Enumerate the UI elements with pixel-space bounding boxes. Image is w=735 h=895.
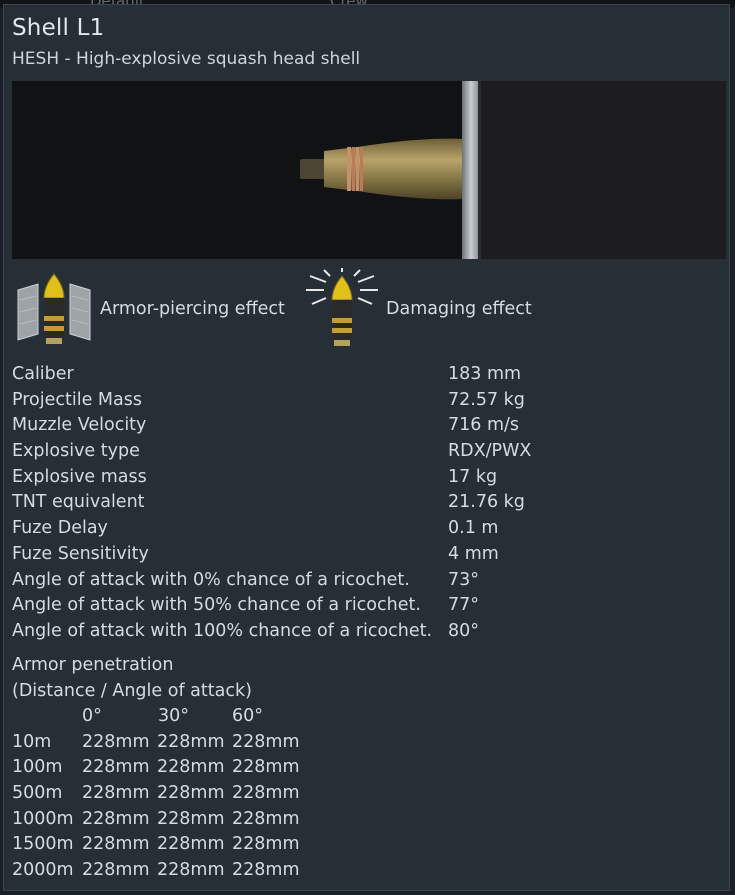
shell-subtitle: HESH - High-explosive squash head shell [12, 49, 361, 69]
armor-piercing-effect[interactable]: Armor-piercing effect [12, 268, 285, 350]
shell-hitting-plate-illustration [12, 81, 726, 259]
penetration-cell: 228mm [232, 834, 300, 855]
shell-preview-image [12, 81, 726, 259]
stat-row-ricochet-100: Angle of attack with 100% chance of a ri… [12, 619, 712, 645]
stat-row-fuze-sensitivity: Fuze Sensitivity 4 mm [12, 542, 712, 568]
penetration-cell: 228mm [157, 808, 225, 829]
stat-value: 77° [448, 595, 480, 616]
armor-piercing-icon [17, 273, 91, 344]
penetration-cell: 228mm [82, 834, 150, 855]
shell-stats-list: Caliber 183 mm Projectile Mass 72.57 kg Mu… [12, 362, 712, 645]
shell-tooltip-panel: Shell L1 HESH - High-explosive squash he… [3, 4, 730, 891]
penetration-cell: 228mm [232, 860, 300, 881]
armor-penetration-subtitle: (Distance / Angle of attack) [12, 680, 252, 701]
penetration-cell: 228mm [232, 757, 300, 778]
penetration-cell: 228mm [82, 783, 150, 804]
stat-label: Angle of attack with 0% chance of a rico… [12, 569, 410, 590]
stat-label: Caliber [12, 364, 74, 384]
penetration-cell: 228mm [157, 834, 225, 855]
stat-row-tnt-equivalent: TNT equivalent 21.76 kg [12, 490, 712, 516]
armor-piercing-label: Armor-piercing effect [100, 299, 285, 319]
stat-label: Angle of attack with 50% chance of a ric… [12, 595, 421, 616]
distance-cell: 1500m [12, 834, 74, 855]
penetration-cell: 228mm [82, 860, 150, 881]
stat-value: 73° [448, 569, 480, 590]
stat-label: Muzzle Velocity [12, 415, 147, 436]
stat-label: Fuze Sensitivity [12, 543, 149, 564]
distance-cell: 10m [12, 731, 52, 752]
distance-cell: 100m [12, 757, 63, 778]
stat-value: 72.57 kg [448, 389, 525, 410]
distance-cell: 500m [12, 783, 63, 804]
stat-value: 80° [448, 620, 480, 641]
penetration-cell: 228mm [157, 860, 225, 881]
penetration-cell: 228mm [232, 808, 300, 829]
stat-label: Fuze Delay [12, 518, 108, 539]
penetration-cell: 228mm [82, 808, 150, 829]
stat-value: 0.1 m [448, 518, 499, 539]
stat-row-explosive-mass: Explosive mass 17 kg [12, 465, 712, 491]
penetration-cell: 228mm [82, 731, 150, 752]
stat-label: Projectile Mass [12, 389, 142, 410]
stat-value: 17 kg [448, 466, 498, 487]
angle-header: 30° [158, 706, 190, 726]
stat-row-ricochet-0: Angle of attack with 0% chance of a rico… [12, 568, 712, 594]
distance-cell: 1000m [12, 808, 74, 829]
stat-value: 4 mm [448, 543, 499, 564]
stat-label: TNT equivalent [12, 492, 145, 513]
stat-row-fuze-delay: Fuze Delay 0.1 m [12, 516, 712, 542]
armor-penetration-title: Armor penetration [12, 655, 174, 675]
damaging-effect-label: Damaging effect [386, 299, 532, 319]
penetration-cell: 228mm [232, 783, 300, 804]
stat-label: Explosive mass [12, 466, 147, 487]
distance-cell: 2000m [12, 860, 74, 881]
angle-header: 0° [82, 706, 102, 726]
stat-row-projectile-mass: Projectile Mass 72.57 kg [12, 388, 712, 414]
penetration-cell: 228mm [82, 757, 150, 778]
penetration-cell: 228mm [157, 757, 225, 778]
stat-row-ricochet-50: Angle of attack with 50% chance of a ric… [12, 593, 712, 619]
penetration-cell: 228mm [232, 731, 300, 752]
shell-title: Shell L1 [12, 15, 105, 41]
penetration-cell: 228mm [157, 783, 225, 804]
damaging-effect-icon [306, 268, 378, 346]
stat-label: Explosive type [12, 441, 140, 462]
armor-penetration-heading: Armor penetration (Distance / Angle of a… [12, 653, 252, 704]
stat-value: 183 mm [448, 364, 522, 384]
stat-value: RDX/PWX [448, 441, 532, 462]
stat-row-muzzle-velocity: Muzzle Velocity 716 m/s [12, 413, 712, 439]
stat-row-explosive-type: Explosive type RDX/PWX [12, 439, 712, 465]
stat-value: 21.76 kg [448, 492, 525, 513]
stat-label: Angle of attack with 100% chance of a ri… [12, 620, 433, 641]
effects-row: Armor-piercing effect Damaging effect [12, 268, 712, 350]
penetration-cell: 228mm [157, 731, 225, 752]
stat-row-caliber: Caliber 183 mm [12, 362, 712, 388]
angle-header: 60° [232, 706, 264, 726]
damaging-effect[interactable]: Damaging effect [302, 268, 532, 350]
stat-value: 716 m/s [448, 415, 520, 436]
